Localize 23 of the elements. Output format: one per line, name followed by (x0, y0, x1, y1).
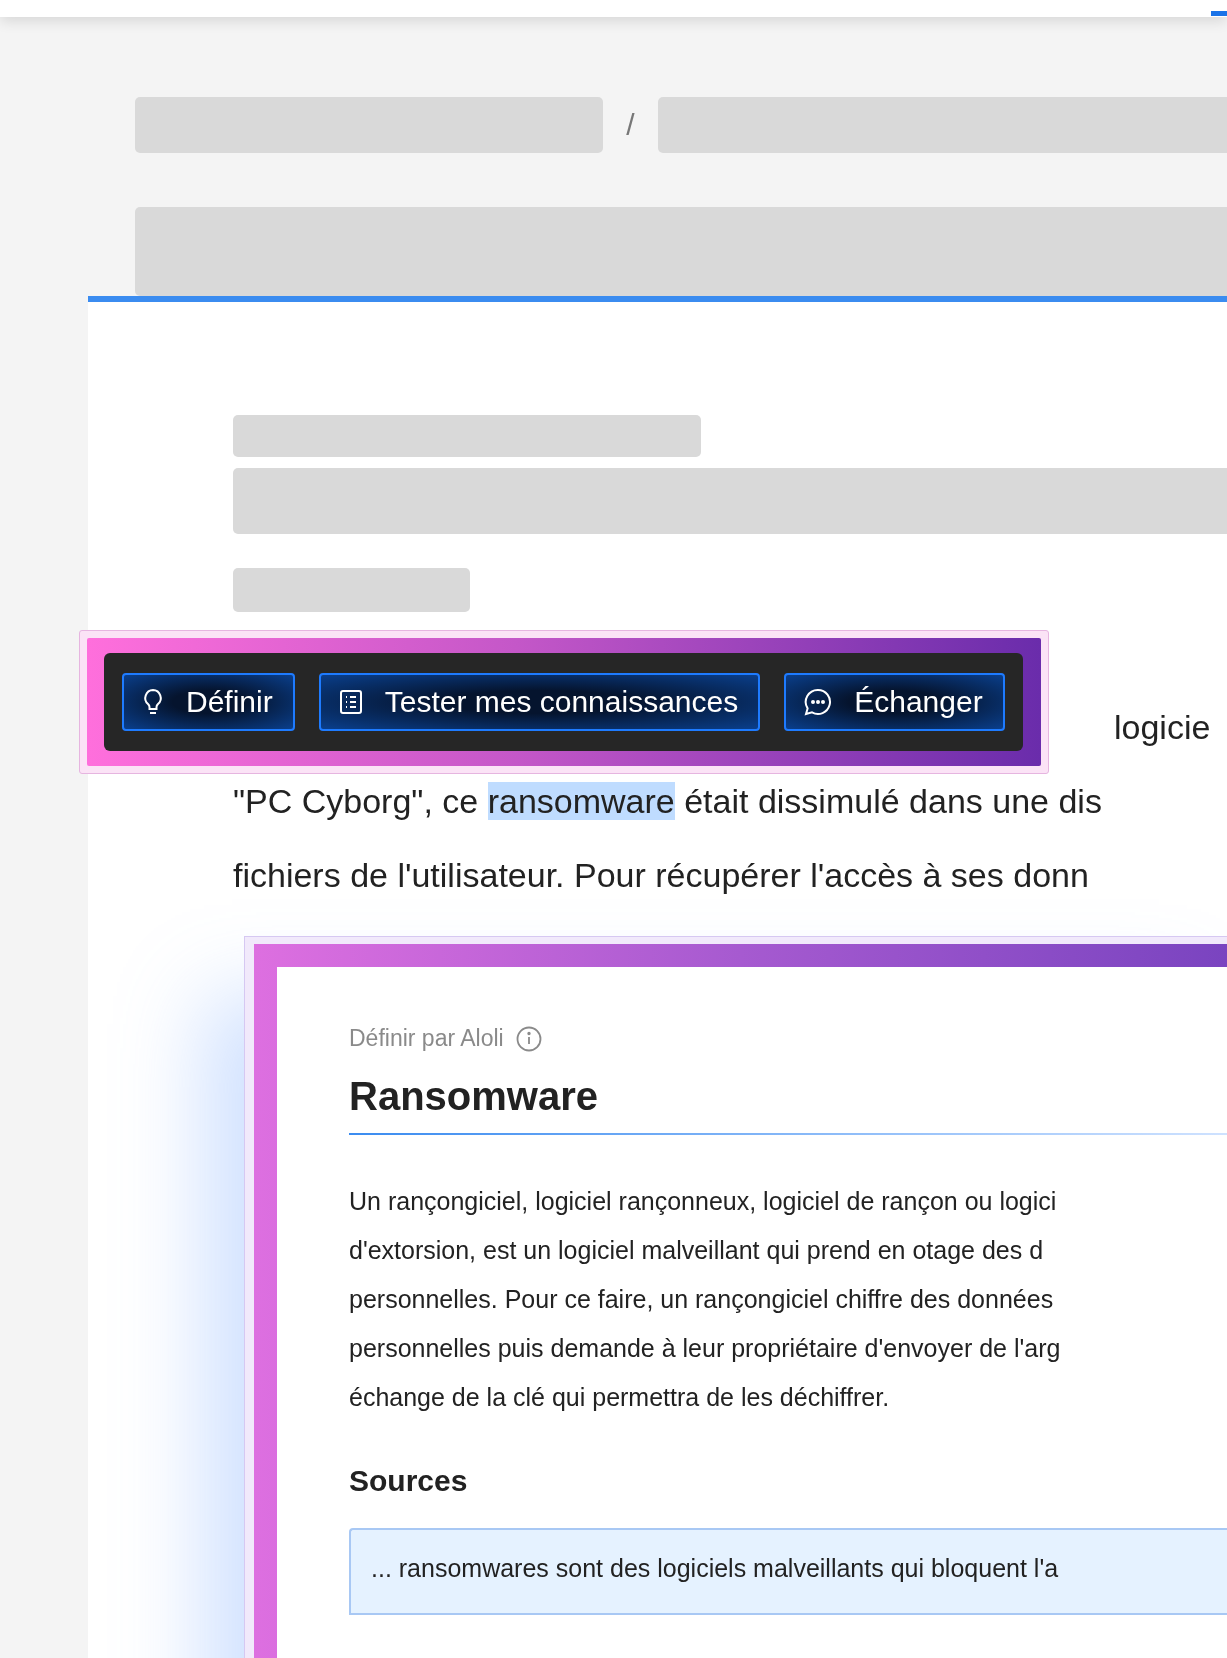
definition-text: personnelles. Pour ce faire, un rançongiciel chiffre des données (349, 1284, 1055, 1315)
selected-text: ransomware (487, 782, 675, 820)
term-heading: Ransomware (349, 1074, 599, 1119)
breadcrumb-separator: / (625, 108, 636, 142)
chat-icon (804, 688, 833, 716)
toolbar-button[interactable]: Échanger (784, 673, 1005, 731)
definition-text: personnelles puis demande à leur propriétaire d'envoyer de l'arg (349, 1333, 1062, 1364)
article-text: "PC Cyborg", ce (233, 782, 480, 820)
info-icon[interactable] (515, 1025, 542, 1052)
progress-indicator (1211, 11, 1227, 16)
attribution-label: Définir par Aloli (349, 1025, 504, 1052)
definition-text: échange de la clé qui permettra de les déchiffrer. (349, 1382, 891, 1413)
definition-text: d'extorsion, est un logiciel malveillant qui prend en otage des d (349, 1235, 1045, 1266)
toolbar-button[interactable]: Définir (122, 673, 295, 731)
lightbulb-icon (142, 688, 164, 716)
article-text: était dissimulé dans une dis (683, 782, 1102, 820)
toolbar-button[interactable]: Tester mes connaissances (318, 673, 761, 731)
article-text: logicie (1114, 708, 1211, 746)
definition-text: Un rançongiciel, logiciel rançonneux, logiciel de rançon ou logici (349, 1186, 1058, 1217)
source-excerpt: ... ransomwares sont des logiciels malveillants qui bloquent l'a (349, 1528, 1227, 1615)
article-text: fichiers de l'utilisateur. Pour récupérer l'accès à ses donn (233, 856, 1089, 894)
sources-heading: Sources (349, 1464, 469, 1498)
list-icon (338, 689, 363, 715)
